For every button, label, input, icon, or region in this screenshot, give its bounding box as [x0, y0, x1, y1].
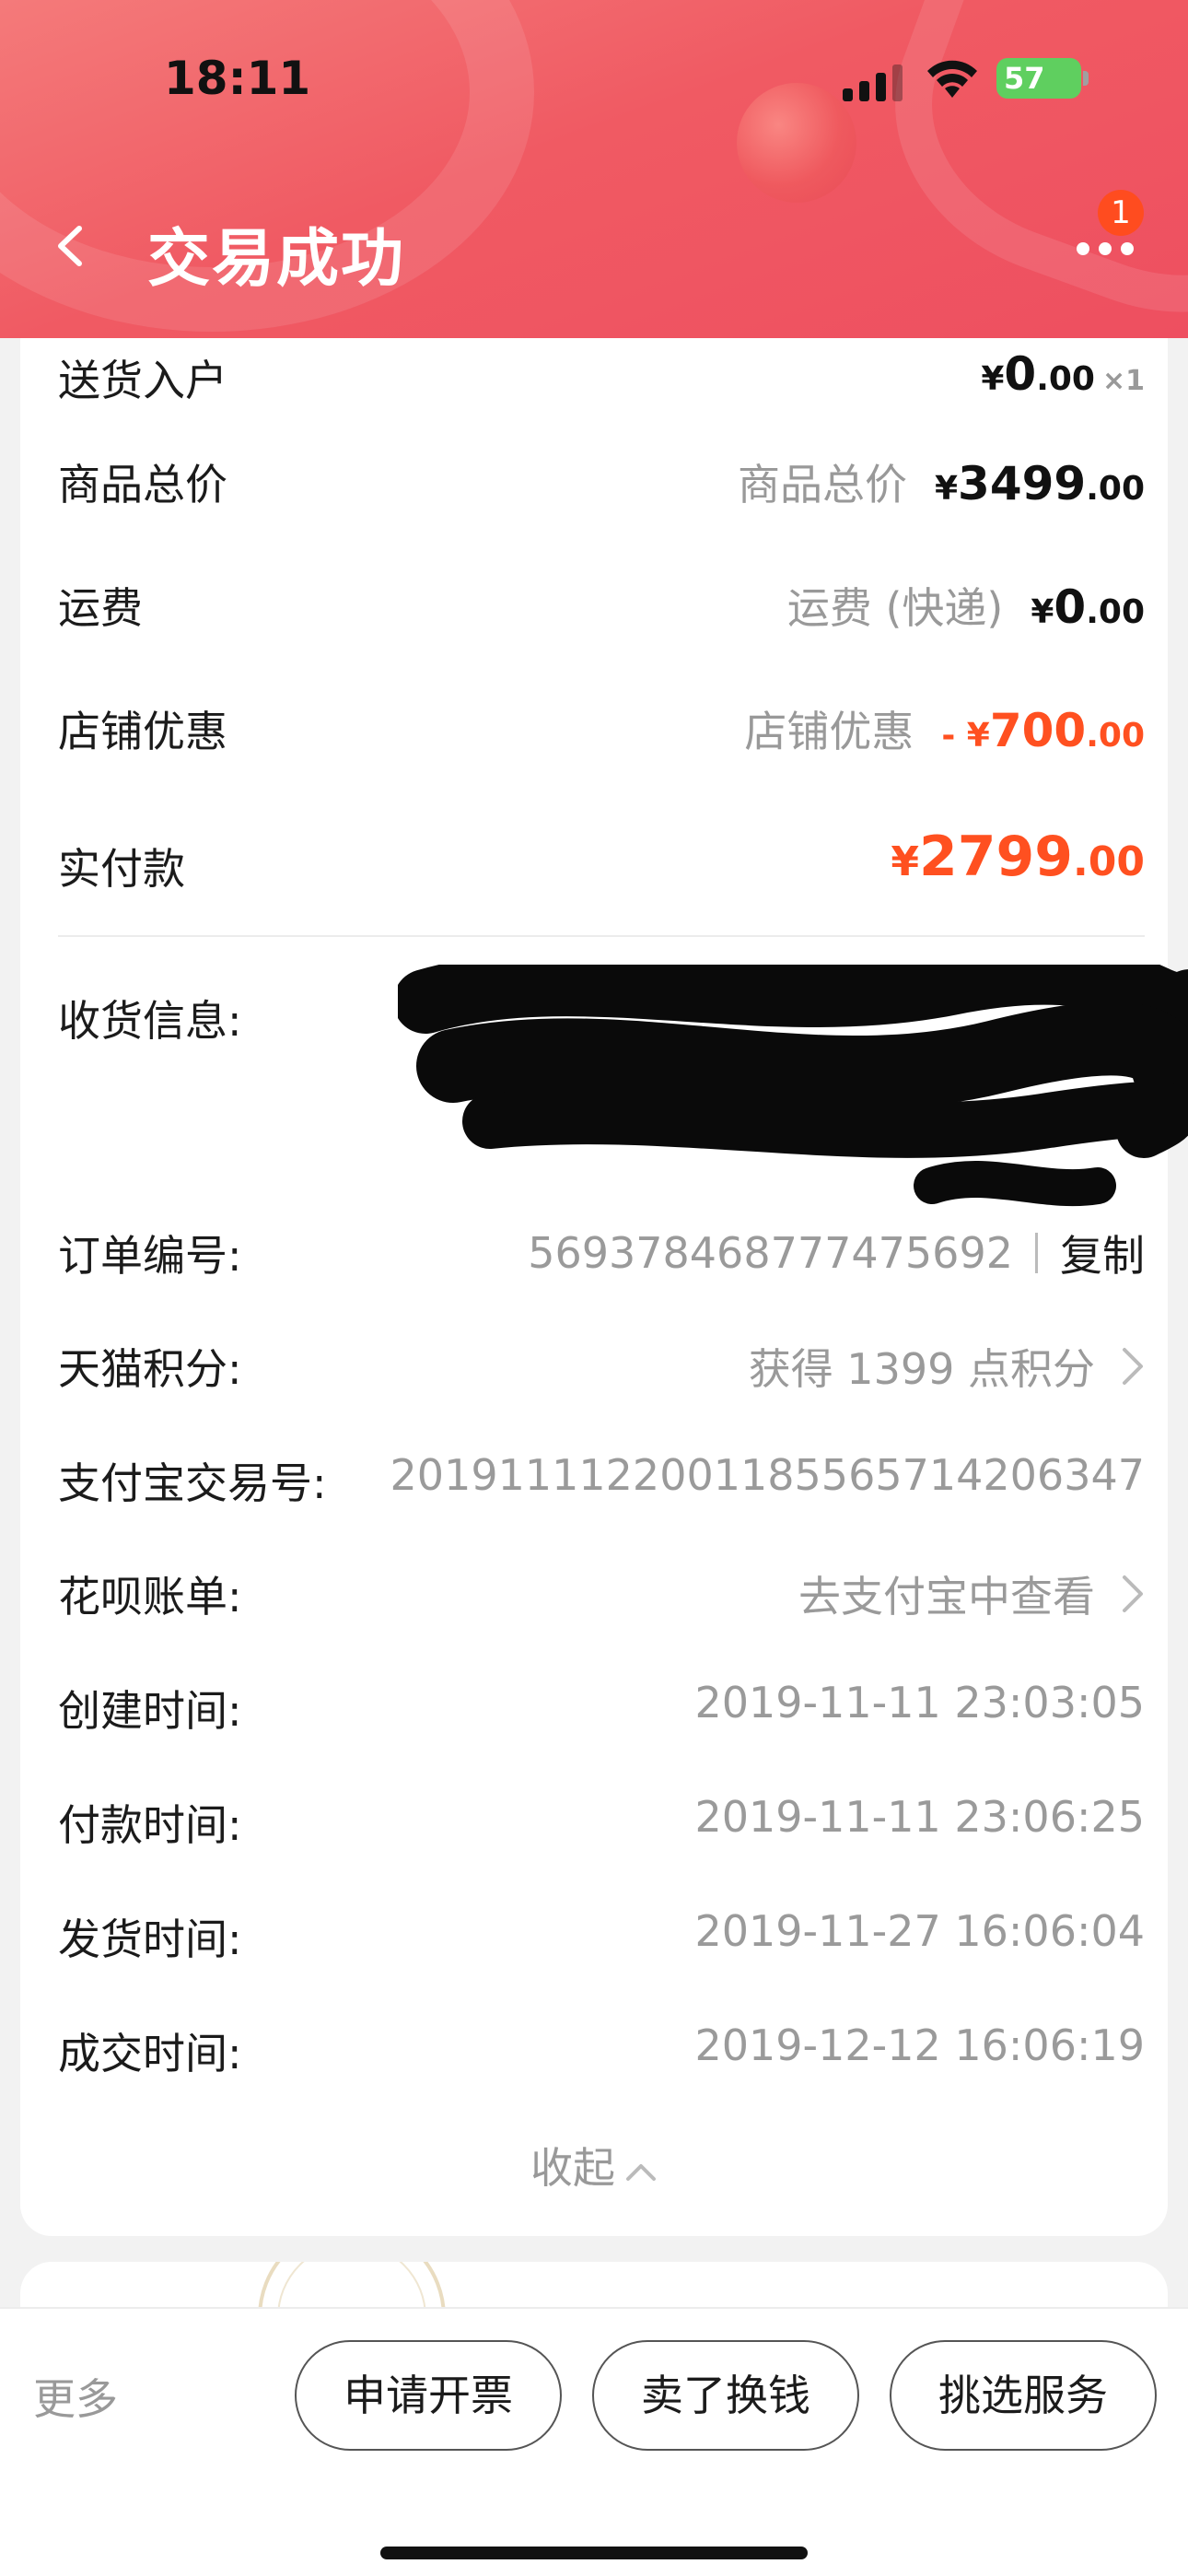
- summary-row-delivery: 送货入户 ¥0.00 ×1: [58, 347, 1145, 439]
- row-value: ¥0.00 ×1: [981, 347, 1145, 401]
- row-value: 2019-12-12 16:06:19: [694, 2020, 1145, 2070]
- row-label: 创建时间:: [58, 1686, 242, 1736]
- header-ball-decoration: [737, 83, 856, 203]
- row-label: 送货入户: [58, 356, 227, 405]
- chevron-right-icon: [1123, 1575, 1143, 1612]
- detail-row-order-number: 订单编号: 569378468777475692 复制: [58, 1223, 1145, 1296]
- row-label: 收货信息:: [58, 996, 242, 1046]
- chevron-up-icon: [626, 2163, 656, 2181]
- detail-row-tmall-points[interactable]: 天猫积分: 获得 1399 点积分: [58, 1336, 1145, 1410]
- copy-button[interactable]: 复制: [1060, 1223, 1145, 1283]
- row-value: 获得 1399 点积分: [749, 1336, 1145, 1397]
- summary-row-shipping: 运费 运费 (快递) ¥0.00: [58, 575, 1145, 667]
- row-value: 去支付宝中查看: [798, 1563, 1145, 1624]
- row-label: 运费: [58, 583, 143, 633]
- divider: [58, 935, 1145, 937]
- detail-row-huabei-bill[interactable]: 花呗账单: 去支付宝中查看: [58, 1563, 1145, 1637]
- row-label: 付款时间:: [58, 1800, 242, 1850]
- row-label: 天猫积分:: [58, 1344, 242, 1394]
- collapse-toggle[interactable]: 收起: [20, 2135, 1168, 2195]
- summary-row-store-discount: 店铺优惠 店铺优惠 - ¥700.00: [58, 698, 1145, 790]
- row-label: 发货时间:: [58, 1914, 242, 1964]
- summary-row-goods-total: 商品总价 商品总价 ¥3499.00: [58, 451, 1145, 544]
- order-number: 569378468777475692: [528, 1228, 1013, 1278]
- order-detail-card: 送货入户 ¥0.00 ×1 商品总价 商品总价 ¥3499.00 运费 运费 (…: [20, 338, 1188, 2236]
- chevron-right-icon: [1123, 1348, 1143, 1385]
- quantity: ×1: [1101, 365, 1145, 397]
- bottom-action-bar: 更多 申请开票 卖了换钱 挑选服务: [0, 2307, 1188, 2576]
- row-label: 花呗账单:: [58, 1572, 242, 1622]
- row-value: 2019-11-11 23:06:25: [694, 1792, 1145, 1842]
- row-label: 商品总价: [58, 460, 227, 509]
- select-service-button[interactable]: 挑选服务: [890, 2340, 1157, 2451]
- collapse-label: 收起: [530, 2143, 615, 2193]
- row-value: 店铺优惠 - ¥700.00: [744, 704, 1145, 757]
- row-value: 2019-11-27 16:06:04: [694, 1906, 1145, 1956]
- row-label: 店铺优惠: [58, 707, 227, 756]
- row-value: 2019-11-11 23:03:05: [694, 1678, 1145, 1727]
- detail-row-paid-time: 付款时间: 2019-11-11 23:06:25: [58, 1792, 1145, 1866]
- cellular-signal-icon: [843, 64, 903, 101]
- row-label: 订单编号:: [58, 1231, 242, 1281]
- header-decoration: [850, 0, 1188, 338]
- battery-level: 57: [1004, 61, 1045, 96]
- row-label: 支付宝交易号:: [58, 1458, 327, 1508]
- apply-invoice-button[interactable]: 申请开票: [295, 2340, 562, 2451]
- detail-row-alipay-trade-no: 支付宝交易号: 2019111122001185565714206347: [58, 1450, 1145, 1524]
- row-label: 成交时间:: [58, 2029, 242, 2078]
- wifi-icon: [927, 60, 977, 98]
- row-value: 商品总价 ¥3499.00: [737, 457, 1145, 510]
- resell-button[interactable]: 卖了换钱: [592, 2340, 859, 2451]
- detail-row-created-time: 创建时间: 2019-11-11 23:03:05: [58, 1678, 1145, 1751]
- home-indicator[interactable]: [380, 2547, 808, 2559]
- status-time: 18:11: [164, 52, 311, 105]
- back-arrow-icon[interactable]: [52, 223, 88, 269]
- row-value: 569378468777475692 复制: [528, 1223, 1145, 1283]
- detail-row-deal-time: 成交时间: 2019-12-12 16:06:19: [58, 2020, 1145, 2094]
- more-options-icon[interactable]: [1076, 240, 1135, 258]
- row-label: 实付款: [58, 844, 185, 894]
- battery-icon: 57: [996, 58, 1089, 99]
- more-link[interactable]: 更多: [33, 2366, 118, 2427]
- row-value: 2019111122001185565714206347: [390, 1450, 1145, 1500]
- page-title: 交易成功: [147, 223, 406, 296]
- notification-badge: 1: [1098, 190, 1144, 236]
- summary-row-paid: 实付款 ¥2799.00: [58, 825, 1145, 928]
- row-value: ¥2799.00: [891, 825, 1145, 889]
- detail-row-shipped-time: 发货时间: 2019-11-27 16:06:04: [58, 1906, 1145, 1980]
- row-value: 运费 (快递) ¥0.00: [786, 580, 1145, 634]
- header: 18:11 57 交易成功 1: [0, 0, 1188, 338]
